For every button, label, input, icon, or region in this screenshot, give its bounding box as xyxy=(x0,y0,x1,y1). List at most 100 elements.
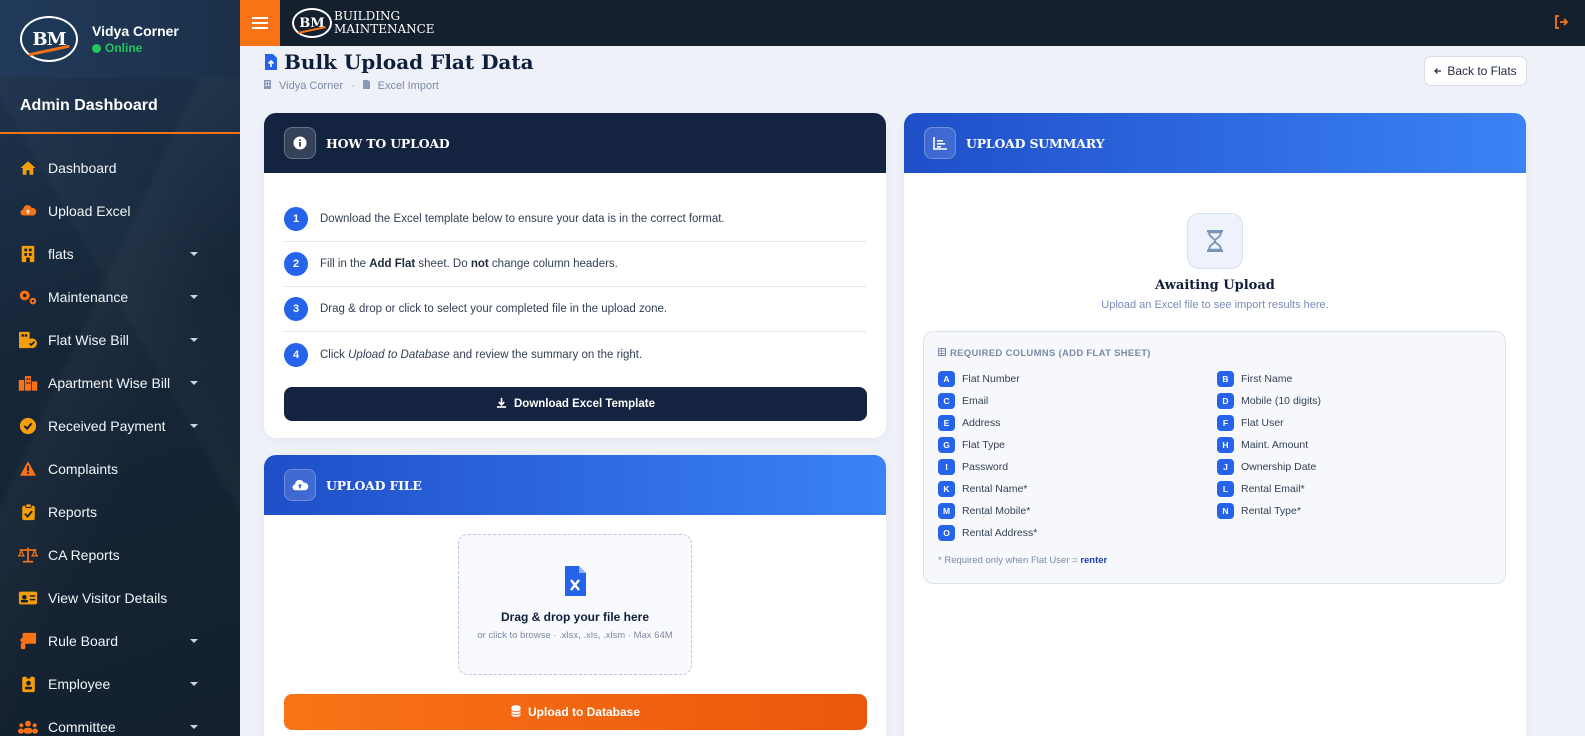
step-text-part: and review the summary on the right. xyxy=(449,348,643,361)
chevron-down-icon xyxy=(190,681,198,686)
database-icon xyxy=(511,704,521,720)
column-letter: C xyxy=(938,393,955,409)
column-letter: K xyxy=(938,481,955,497)
file-dropzone[interactable]: Drag & drop your file here or click to b… xyxy=(458,534,692,675)
info-icon xyxy=(284,127,316,159)
column-item: J Ownership Date xyxy=(1217,459,1496,475)
upload-file-header: UPLOAD FILE xyxy=(264,455,886,515)
sidebar-menu: Dashboard Upload Excel flats Maintenance… xyxy=(0,146,240,736)
sidebar-item-employee[interactable]: Employee xyxy=(0,662,240,705)
chevron-down-icon xyxy=(190,423,198,428)
step-text: Fill in the Add Flat sheet. Do not chang… xyxy=(320,258,618,270)
sidebar-item-flats[interactable]: flats xyxy=(0,232,240,275)
back-button-label: Back to Flats xyxy=(1447,64,1517,78)
sidebar-item-dashboard[interactable]: Dashboard xyxy=(0,146,240,189)
logout-icon xyxy=(1555,15,1569,29)
user-status: Online xyxy=(92,41,179,55)
breadcrumb: Vidya Corner · Excel Import xyxy=(264,80,534,92)
sidebar-item-label: Dashboard xyxy=(48,159,117,176)
step-text-part: Download the Excel template below to ens… xyxy=(320,213,725,225)
building-small-icon xyxy=(264,80,271,92)
sidebar-item-upload-excel[interactable]: Upload Excel xyxy=(0,189,240,232)
chevron-down-icon xyxy=(190,380,198,385)
download-icon xyxy=(496,397,507,411)
topbar: BM BUILDING MAINTENANCE xyxy=(240,0,1585,46)
column-item: F Flat User xyxy=(1217,415,1496,431)
column-letter: I xyxy=(938,459,955,475)
sidebar-item-rule-board[interactable]: Rule Board xyxy=(0,619,240,662)
sidebar-item-committee[interactable]: Committee xyxy=(0,705,240,736)
sidebar-item-maintenance[interactable]: Maintenance xyxy=(0,275,240,318)
column-name: First Name xyxy=(1241,373,1293,385)
online-dot-icon xyxy=(92,43,101,53)
step-text-part: sheet. Do xyxy=(415,258,471,270)
column-name: Rental Email* xyxy=(1241,483,1305,495)
brand-logo: BM xyxy=(20,16,78,62)
upload-summary-card: UPLOAD SUMMARY Awaiting Upload Upload an… xyxy=(904,113,1526,736)
step-item: 1 Download the Excel template below to e… xyxy=(284,197,866,242)
dropzone-hint: or click to browse · .xlsx, .xls, .xlsm … xyxy=(477,630,673,641)
sidebar-item-view-visitor-details[interactable]: View Visitor Details xyxy=(0,576,240,619)
cloud-upload-icon xyxy=(18,201,38,221)
page-title: Bulk Upload Flat Data xyxy=(264,50,534,74)
step-text-italic: Upload to Database xyxy=(348,348,450,361)
excel-file-icon xyxy=(563,565,587,602)
note-value: renter xyxy=(1080,555,1108,566)
sidebar-item-complaints[interactable]: Complaints xyxy=(0,447,240,490)
step-number: 1 xyxy=(284,207,308,231)
chevron-down-icon xyxy=(190,337,198,342)
step-text-part: Drag & drop or click to select your comp… xyxy=(320,303,668,315)
brand[interactable]: BM BUILDING MAINTENANCE xyxy=(292,8,435,38)
logout-button[interactable] xyxy=(1553,14,1569,35)
scale-icon xyxy=(18,545,38,565)
column-name: Rental Mobile* xyxy=(962,505,1031,517)
column-letter: D xyxy=(1217,393,1234,409)
column-item: H Maint. Amount xyxy=(1217,437,1496,453)
menu-toggle-button[interactable] xyxy=(240,0,280,46)
sidebar-item-label: CA Reports xyxy=(48,546,120,563)
awaiting-upload-title: Awaiting Upload xyxy=(1155,278,1275,293)
upload-summary-header: UPLOAD SUMMARY xyxy=(904,113,1526,173)
page-header: Bulk Upload Flat Data Vidya Corner · Exc… xyxy=(264,50,534,92)
gears-icon xyxy=(18,287,38,307)
column-name: Maint. Amount xyxy=(1241,439,1309,451)
column-item: E Address xyxy=(938,415,1217,431)
sidebar-item-reports[interactable]: Reports xyxy=(0,490,240,533)
upload-to-database-button[interactable]: Upload to Database xyxy=(284,694,867,730)
how-to-upload-card: HOW TO UPLOAD 1 Download the Excel templ… xyxy=(264,113,886,438)
sidebar-item-apartment-wise-bill[interactable]: Apartment Wise Bill xyxy=(0,361,240,404)
sidebar-item-label: Upload Excel xyxy=(48,202,131,219)
column-item: A Flat Number xyxy=(938,371,1217,387)
column-letter: H xyxy=(1217,437,1234,453)
column-letter: A xyxy=(938,371,955,387)
chevron-down-icon xyxy=(190,724,198,729)
column-name: Rental Type* xyxy=(1241,505,1301,517)
sidebar-item-label: Reports xyxy=(48,503,98,520)
sidebar-section-title: Admin Dashboard xyxy=(0,80,240,134)
sidebar-item-label: Apartment Wise Bill xyxy=(48,374,171,391)
column-letter: N xyxy=(1217,503,1234,519)
sidebar-item-ca-reports[interactable]: CA Reports xyxy=(0,533,240,576)
user-status-label: Online xyxy=(105,41,143,55)
sidebar-item-label: Complaints xyxy=(48,460,119,477)
column-name: Email xyxy=(962,395,989,407)
logo-text: BM xyxy=(32,28,66,50)
step-number: 2 xyxy=(284,252,308,276)
back-to-flats-button[interactable]: Back to Flats xyxy=(1424,56,1527,86)
warning-icon xyxy=(18,459,38,479)
download-template-button[interactable]: Download Excel Template xyxy=(284,387,867,421)
step-text: Download the Excel template below to ens… xyxy=(320,213,725,225)
sidebar-item-label: flats xyxy=(48,245,74,262)
sidebar-item-received-payment[interactable]: Received Payment xyxy=(0,404,240,447)
column-name: Flat Number xyxy=(962,373,1020,385)
sidebar-item-label: Flat Wise Bill xyxy=(48,331,129,348)
column-item: L Rental Email* xyxy=(1217,481,1496,497)
column-item: C Email xyxy=(938,393,1217,409)
sidebar-item-label: Committee xyxy=(48,718,116,735)
column-item: O Rental Address* xyxy=(938,525,1217,541)
step-number: 3 xyxy=(284,297,308,321)
breadcrumb-item-vidya-corner[interactable]: Vidya Corner xyxy=(279,80,343,92)
column-letter: B xyxy=(1217,371,1234,387)
hourglass-icon xyxy=(1187,213,1243,269)
sidebar-item-flat-wise-bill[interactable]: Flat Wise Bill xyxy=(0,318,240,361)
